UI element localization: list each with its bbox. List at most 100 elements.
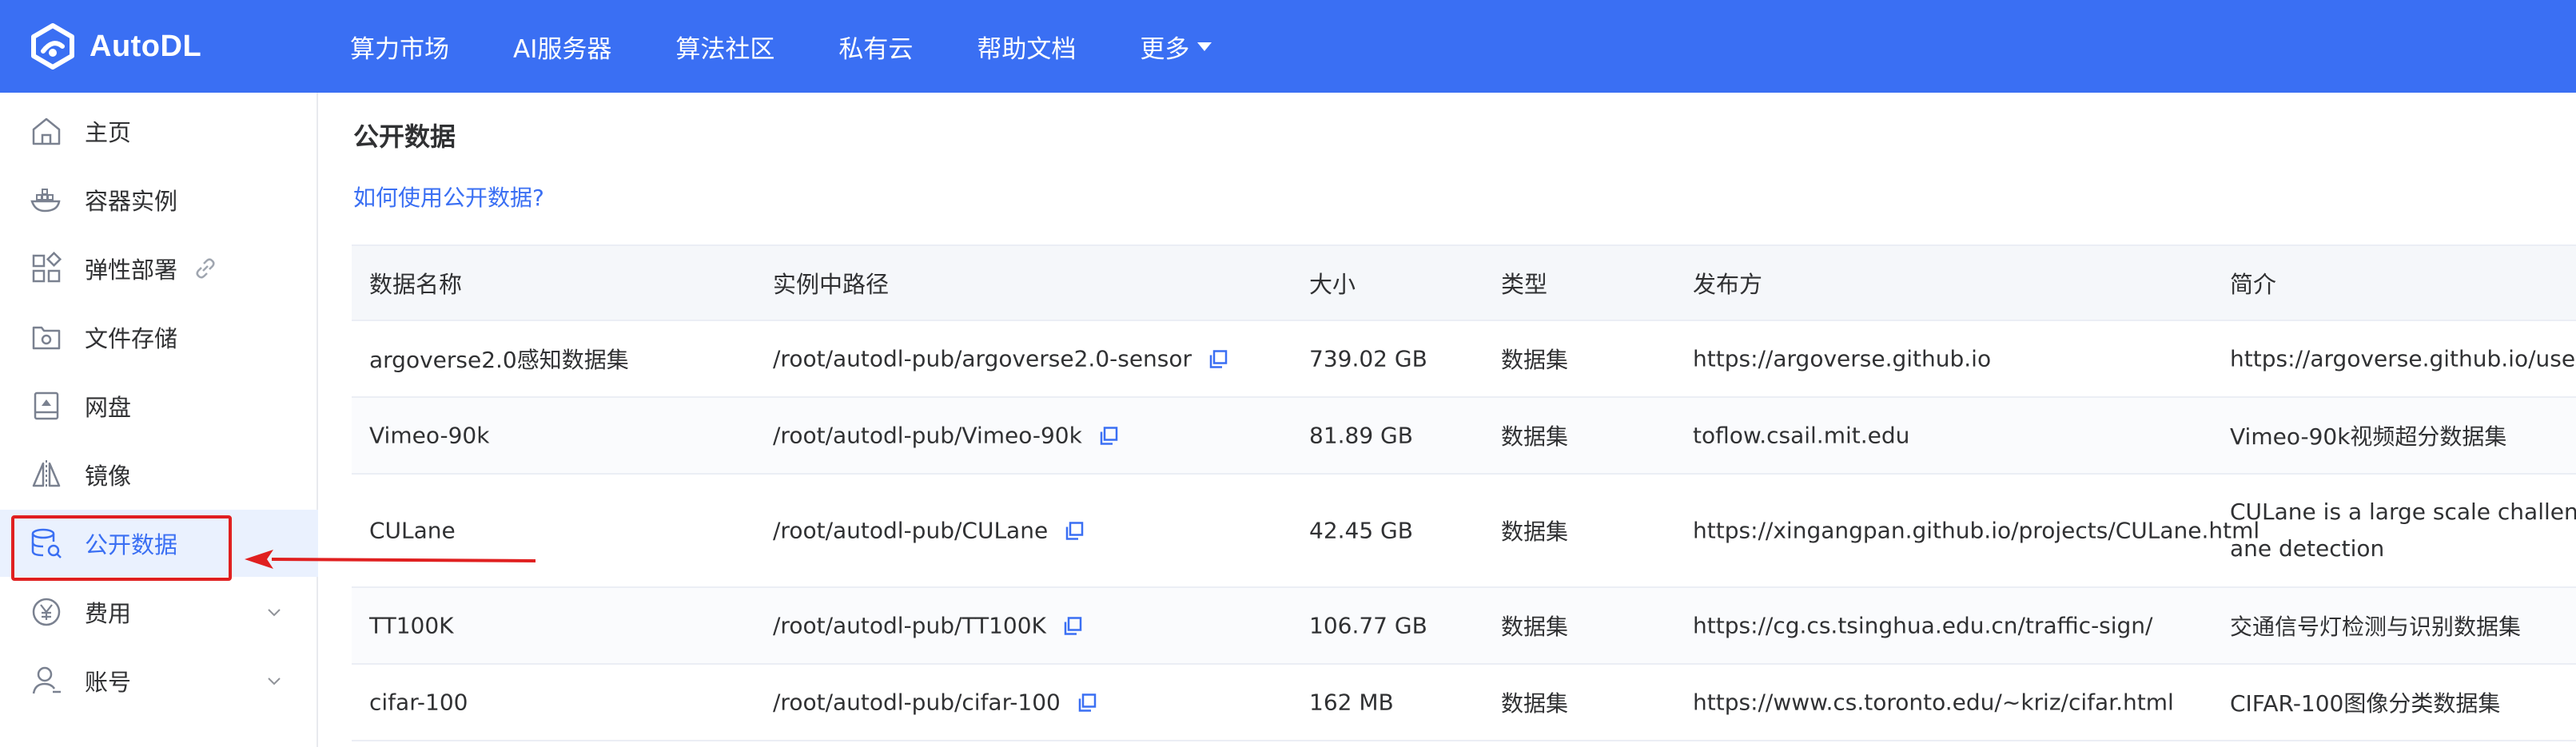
path-text: /root/autodl-pub/CULane <box>773 517 1049 544</box>
nav-label: 帮助文档 <box>977 34 1077 64</box>
logo-text: AutoDL <box>90 29 202 63</box>
path-text: /root/autodl-pub/cifar-100 <box>773 689 1061 716</box>
yen-icon <box>32 598 61 626</box>
dataset-path: /root/autodl-pub/cifar-100 <box>773 689 1097 716</box>
home-icon <box>32 117 61 145</box>
table-row: CULane /root/autodl-pub/CULane 42.45 GB … <box>352 475 2576 588</box>
copy-icon[interactable] <box>1208 348 1228 369</box>
dataset-intro: Vimeo-90k视频超分数据集 <box>2230 423 2507 450</box>
dataset-path: /root/autodl-pub/TT100K <box>773 613 1083 639</box>
dataset-type: 数据集 <box>1501 690 1569 717</box>
nav-label: 更多 <box>1140 34 1190 64</box>
nav-label: 算力市场 <box>350 34 449 64</box>
disk-icon <box>34 391 59 420</box>
autodl-logo-icon <box>31 23 74 70</box>
column-header-path: 实例中路径 <box>773 271 890 298</box>
apps-icon <box>32 251 62 283</box>
nav-label: 私有云 <box>838 34 914 64</box>
dataset-intro: 交通信号灯检测与识别数据集 <box>2230 614 2522 640</box>
sidebar-item-elastic-deploy[interactable]: 弹性部署 <box>0 235 318 302</box>
copy-icon[interactable] <box>1062 615 1083 636</box>
sidebar-item-label: 主页 <box>85 119 132 146</box>
annotation-highlight-box <box>11 515 232 581</box>
storage-icon <box>32 326 61 350</box>
path-text: /root/autodl-pub/argoverse2.0-sensor <box>773 345 1192 372</box>
dataset-name: argoverse2.0感知数据集 <box>369 347 629 373</box>
table-header-row: 数据名称 实例中路径 大小 类型 发布方 简介 <box>352 244 2576 321</box>
sidebar-item-label: 账号 <box>85 669 132 696</box>
sidebar-item-containers[interactable]: 容器实例 <box>0 166 318 233</box>
link-icon <box>196 258 215 279</box>
chevron-down-icon <box>268 609 281 617</box>
nav-item-compute-market[interactable]: 算力市场 <box>350 29 449 65</box>
table-row: TT100K /root/autodl-pub/TT100K 106.77 GB… <box>352 588 2576 665</box>
sidebar-item-label: 费用 <box>85 600 132 627</box>
sidebar-item-file-storage[interactable]: 文件存储 <box>0 304 318 371</box>
dataset-type: 数据集 <box>1501 423 1569 450</box>
dataset-name: CULane <box>369 517 456 544</box>
dataset-intro: https://argoverse.github.io/user-gui <box>2230 345 2576 372</box>
nav-item-algorithm-community[interactable]: 算法社区 <box>675 29 774 65</box>
sidebar-item-home[interactable]: 主页 <box>0 97 318 165</box>
path-text: /root/autodl-pub/Vimeo-90k <box>773 422 1082 449</box>
logo[interactable]: AutoDL <box>29 19 201 74</box>
column-header-publisher: 发布方 <box>1693 271 1763 298</box>
nav-item-private-cloud[interactable]: 私有云 <box>838 29 913 65</box>
dataset-size: 106.77 GB <box>1309 612 1427 639</box>
nav-item-help-docs[interactable]: 帮助文档 <box>977 29 1076 65</box>
table-row: Vimeo-90k /root/autodl-pub/Vimeo-90k 81.… <box>352 398 2576 475</box>
top-nav-bar: AutoDL 算力市场 AI服务器 算法社区 私有云 帮助文档 更多 <box>0 0 2576 93</box>
main-nav: 算力市场 AI服务器 算法社区 私有云 帮助文档 更多 <box>350 0 1276 93</box>
dataset-intro: CULane is a large scale challengin ane d… <box>2230 499 2576 562</box>
nav-label: AI服务器 <box>513 34 612 64</box>
dataset-path: /root/autodl-pub/CULane <box>773 518 1085 544</box>
table-row: argoverse2.0感知数据集 /root/autodl-pub/argov… <box>352 321 2576 398</box>
dataset-size: 42.45 GB <box>1309 517 1413 544</box>
sidebar-item-netdisk[interactable]: 网盘 <box>0 372 318 439</box>
dataset-type: 数据集 <box>1501 519 1569 545</box>
dataset-size: 739.02 GB <box>1309 345 1427 372</box>
dataset-publisher: https://xingangpan.github.io/projects/CU… <box>1693 517 2260 544</box>
nav-item-more[interactable]: 更多 <box>1140 29 1212 65</box>
dataset-type: 数据集 <box>1501 347 1569 373</box>
dataset-name: TT100K <box>369 612 454 639</box>
sidebar-item-label: 容器实例 <box>85 188 178 215</box>
dataset-publisher: https://argoverse.github.io <box>1693 345 1992 372</box>
page-title: 公开数据 <box>353 121 456 152</box>
column-header-intro: 简介 <box>2230 271 2277 298</box>
nav-item-ai-server[interactable]: AI服务器 <box>513 29 611 65</box>
dataset-publisher: https://www.cs.toronto.edu/~kriz/cifar.h… <box>1693 689 2174 716</box>
table-row: cifar-100 /root/autodl-pub/cifar-100 162… <box>352 665 2576 741</box>
dataset-path: /root/autodl-pub/Vimeo-90k <box>773 423 1119 449</box>
dataset-size: 162 MB <box>1309 689 1394 716</box>
dataset-publisher: toflow.csail.mit.edu <box>1693 422 1910 449</box>
dataset-publisher: https://cg.cs.tsinghua.edu.cn/traffic-si… <box>1693 612 2153 639</box>
copy-icon[interactable] <box>1064 520 1085 541</box>
dataset-path: /root/autodl-pub/argoverse2.0-sensor <box>773 346 1228 372</box>
public-data-table: 数据名称 实例中路径 大小 类型 发布方 简介 argoverse2.0感知数据… <box>352 244 2576 741</box>
user-icon <box>32 666 61 694</box>
container-icon <box>30 189 61 213</box>
sidebar-item-label: 网盘 <box>85 394 132 421</box>
mirror-icon <box>32 460 61 489</box>
dataset-type: 数据集 <box>1501 614 1569 640</box>
copy-icon[interactable] <box>1077 692 1097 713</box>
path-text: /root/autodl-pub/TT100K <box>773 612 1046 639</box>
sidebar: 主页 容器实例 弹性部署 文件存储 网盘 镜像 公开数据 费用 账号 <box>0 93 318 747</box>
sidebar-item-billing[interactable]: 费用 <box>0 578 318 646</box>
sidebar-item-label: 文件存储 <box>85 325 178 352</box>
main-content: 公开数据 如何使用公开数据? 数据名称 实例中路径 大小 类型 发布方 简介 a… <box>320 93 2576 747</box>
sidebar-item-label: 弹性部署 <box>85 256 178 284</box>
column-header-size: 大小 <box>1309 271 1356 298</box>
chevron-down-icon <box>268 677 281 685</box>
dataset-intro: CIFAR-100图像分类数据集 <box>2230 690 2501 717</box>
dataset-name: cifar-100 <box>369 689 468 716</box>
nav-label: 算法社区 <box>675 34 775 64</box>
sidebar-item-account[interactable]: 账号 <box>0 647 318 714</box>
column-header-name: 数据名称 <box>369 271 463 298</box>
caret-down-icon <box>1197 42 1212 51</box>
help-link[interactable]: 如何使用公开数据? <box>353 181 544 213</box>
dataset-name: Vimeo-90k <box>369 422 490 449</box>
copy-icon[interactable] <box>1098 425 1119 446</box>
sidebar-item-mirror[interactable]: 镜像 <box>0 441 318 508</box>
